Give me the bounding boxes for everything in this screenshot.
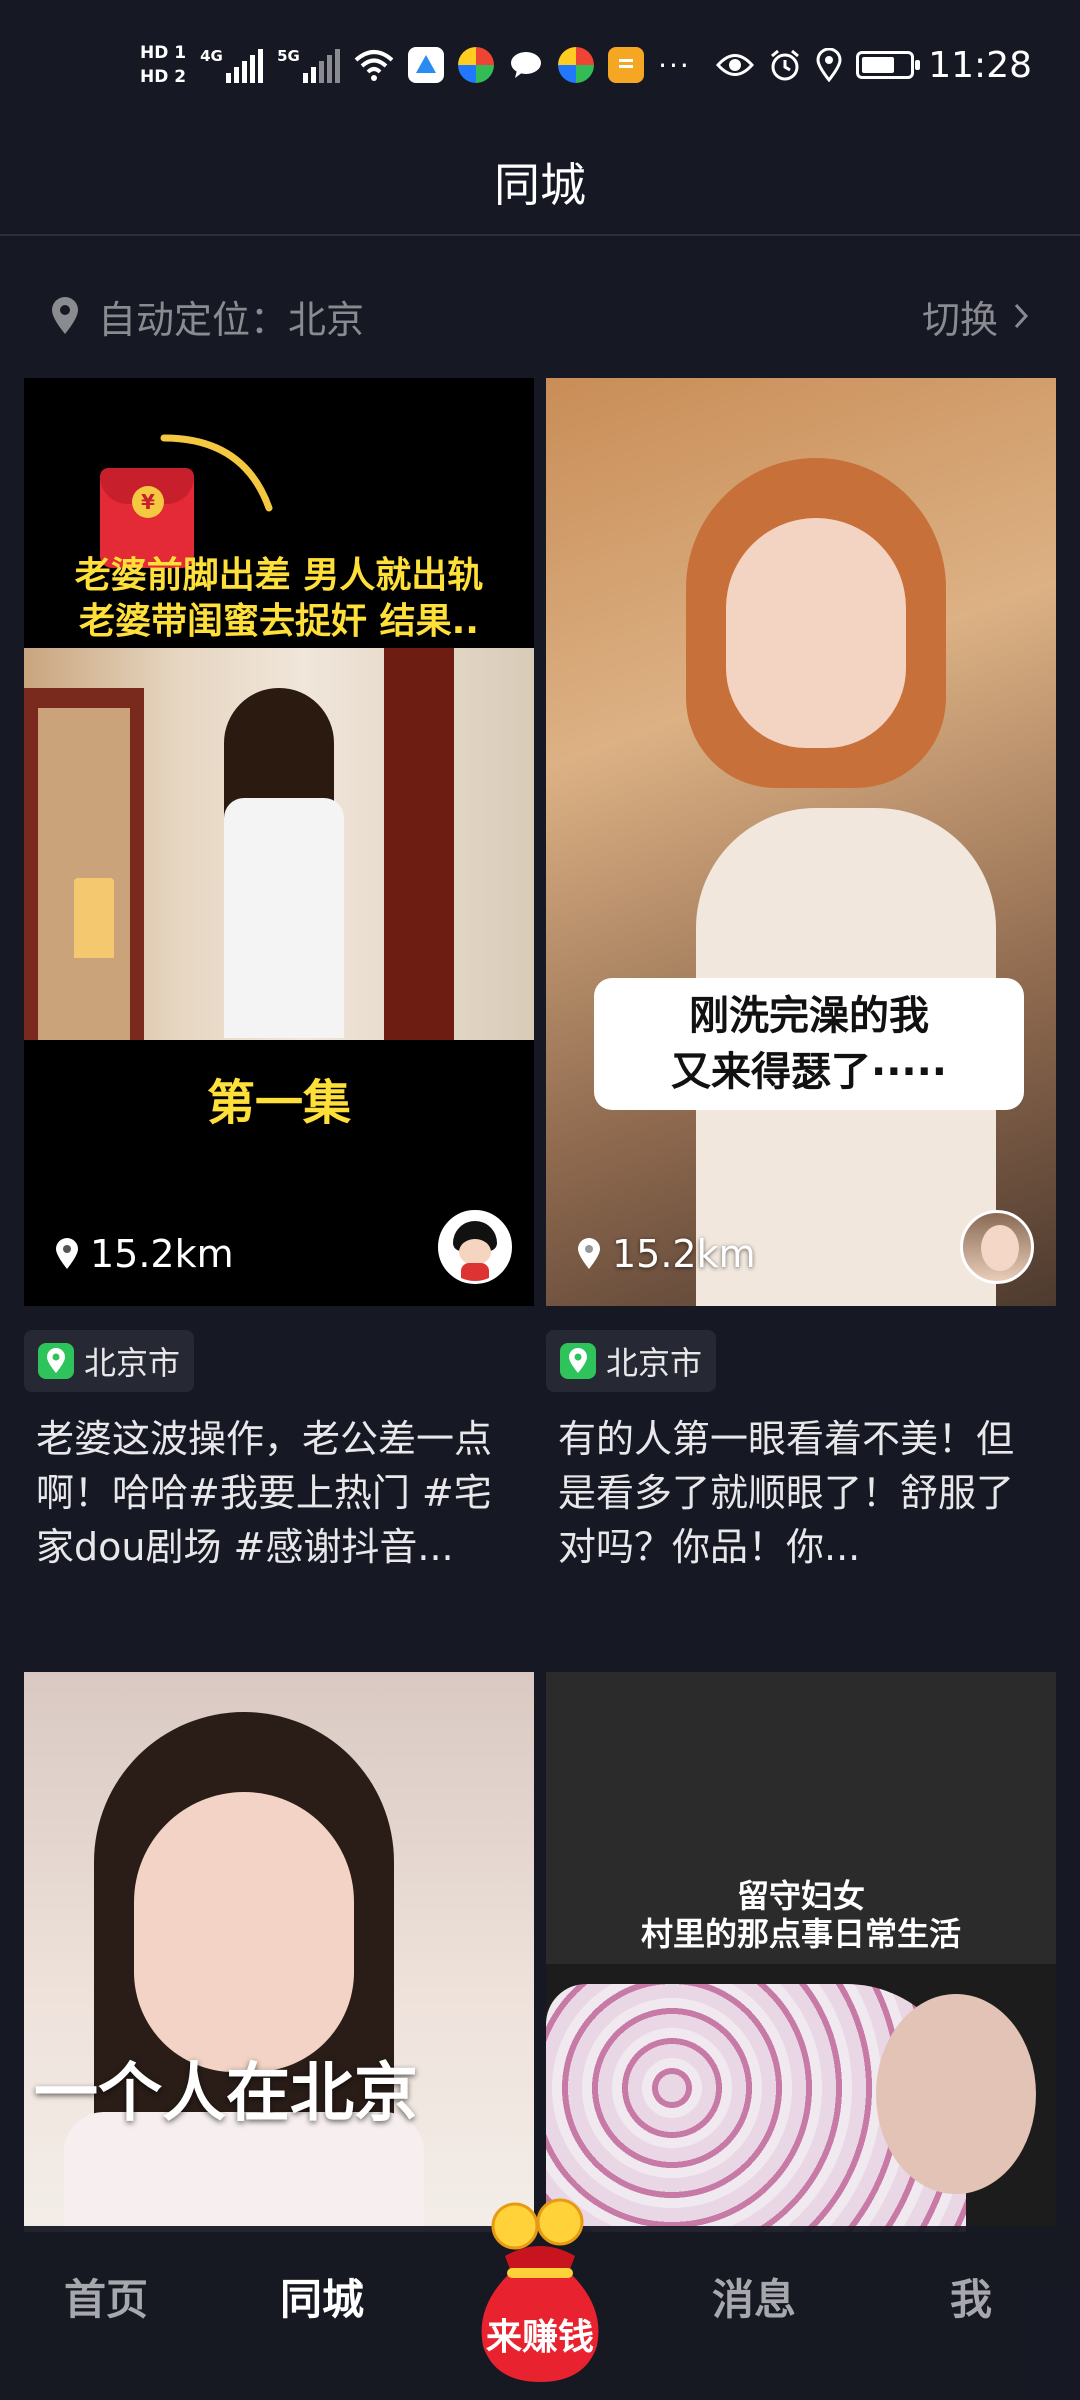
location-pin-icon: [38, 1343, 74, 1379]
clock-time: 11:28: [928, 44, 1032, 86]
video-thumbnail[interactable]: 留守妇女 村里的那点事日常生活: [546, 1672, 1056, 2232]
caption-line-2: 老婆带闺蜜去捉奸 结果..: [79, 601, 479, 642]
chevron-right-icon: [1014, 303, 1029, 329]
distance-badge: 15.2km: [576, 1232, 756, 1276]
status-bar-left: HD 1 HD 2 4G 5G ···: [140, 30, 691, 100]
caption-box: 刚洗完澡的我 又来得瑟了·····: [594, 978, 1024, 1110]
chat-bubble-icon: [508, 47, 544, 83]
video-description[interactable]: 有的人第一眼看着不美！但是看多了就顺眼了！舒服了对吗？你品！你...: [546, 1412, 1056, 1574]
location-pin-icon: [578, 1238, 600, 1269]
nav-me[interactable]: 我: [950, 2266, 992, 2327]
hd2-label: HD 2: [140, 67, 187, 87]
caption-line-2: 村里的那点事日常生活: [640, 1915, 961, 1953]
nav-local[interactable]: 同城: [280, 2266, 364, 2327]
video-thumbnail[interactable]: ¥ 老婆前脚出差 男人就出轨 老婆带闺蜜去捉奸 结果.. 第一集 15.2km: [24, 378, 534, 1306]
page-header: 同城: [0, 130, 1080, 236]
switch-label: 切换: [921, 297, 998, 342]
net1-label: 4G: [200, 47, 223, 65]
page-title: 同城: [494, 158, 586, 212]
video-card[interactable]: 留守妇女 村里的那点事日常生活: [546, 1672, 1056, 2232]
switch-location-button[interactable]: 切换: [922, 289, 1030, 344]
earn-label: 来赚钱: [485, 2317, 594, 2358]
caption-line-1: 老婆前脚出差 男人就出轨: [74, 555, 484, 596]
distance-badge: 15.2km: [54, 1232, 234, 1276]
city-tag[interactable]: 北京市: [546, 1330, 717, 1392]
eye-icon: [716, 54, 755, 76]
status-bar: HD 1 HD 2 4G 5G ··· 11:28: [0, 0, 1080, 130]
hd-indicator: HD 1 HD 2: [140, 41, 186, 89]
location-status-icon: [816, 48, 842, 82]
video-scene-image: [546, 1964, 1056, 2232]
notes-notification-icon: [608, 47, 645, 83]
caption-line-2: 又来得瑟了·····: [671, 1049, 947, 1095]
nav-messages[interactable]: 消息: [712, 2266, 796, 2327]
alarm-icon: [771, 49, 800, 81]
browser-notification-icon: [458, 47, 495, 83]
location-pin-icon: [52, 297, 78, 334]
video-thumbnail[interactable]: 刚洗完澡的我 又来得瑟了····· 15.2km: [546, 378, 1056, 1306]
net2-label: 5G: [277, 47, 300, 65]
caption-line-1: 刚洗完澡的我: [689, 993, 929, 1039]
caption-text: 留守妇女 村里的那点事日常生活: [546, 1877, 1056, 1953]
bottom-nav: 首页 同城 来赚钱 消息 我: [0, 2198, 1080, 2400]
city-label: 北京市: [606, 1344, 703, 1382]
status-bar-right: 11:28: [716, 30, 1032, 100]
earn-money-button[interactable]: 来赚钱: [465, 2196, 615, 2386]
avatar[interactable]: [438, 1210, 512, 1284]
nav-home[interactable]: 首页: [64, 2266, 148, 2327]
caption-text: 刚洗完澡的我 又来得瑟了·····: [594, 988, 1024, 1100]
location-pin-icon: [56, 1238, 78, 1269]
hd1-label: HD 1: [140, 43, 187, 63]
auto-location: 自动定位：北京: [50, 289, 364, 344]
location-label: 自动定位：北京: [98, 297, 365, 342]
video-scene-image: [24, 648, 534, 1040]
app-notification-icon: [408, 47, 445, 83]
battery-level: [862, 57, 895, 73]
episode-label: 第一集: [206, 1075, 351, 1131]
caption-line-1: 留守妇女: [736, 1877, 865, 1915]
video-card[interactable]: 刚洗完澡的我 又来得瑟了····· 15.2km 北京市 有的人第一眼看着不美！…: [546, 378, 1056, 1574]
battery-icon: [856, 51, 921, 79]
video-card[interactable]: 一个人在北京: [24, 1672, 534, 2232]
location-bar: 自动定位：北京 切换: [50, 280, 1030, 352]
signal-5g-icon: 5G: [277, 47, 341, 83]
city-label: 北京市: [84, 1344, 181, 1382]
video-description[interactable]: 老婆这波操作，老公差一点啊！哈哈#我要上热门 #宅家dou剧场 #感谢抖音...: [24, 1412, 534, 1574]
city-tag[interactable]: 北京市: [24, 1330, 195, 1392]
location-pin-icon: [560, 1343, 596, 1379]
avatar[interactable]: [960, 1210, 1034, 1284]
distance-value: 15.2km: [90, 1232, 234, 1276]
browser-notification-icon-2: [558, 47, 595, 83]
signal-4g-icon: 4G: [200, 47, 264, 83]
distance-value: 15.2km: [612, 1232, 756, 1276]
video-card[interactable]: ¥ 老婆前脚出差 男人就出轨 老婆带闺蜜去捉奸 结果.. 第一集 15.2km: [24, 378, 534, 1574]
video-caption-top: 老婆前脚出差 男人就出轨 老婆带闺蜜去捉奸 结果..: [24, 553, 534, 645]
caption-text: 一个人在北京: [34, 2057, 418, 2131]
more-notifications-icon: ···: [658, 48, 691, 82]
wifi-icon: [354, 50, 394, 81]
video-thumbnail[interactable]: 一个人在北京: [24, 1672, 534, 2232]
